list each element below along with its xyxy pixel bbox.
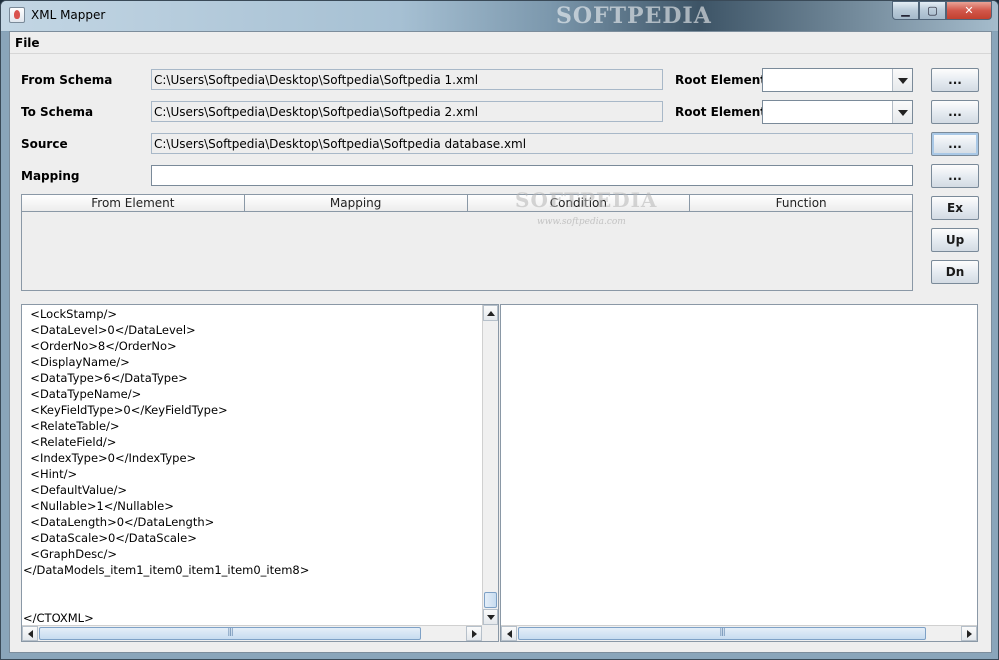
xml-line: <DataTypeName/>	[23, 387, 142, 401]
scroll-thumb[interactable]	[518, 627, 926, 640]
menu-bar: File	[10, 32, 991, 54]
scroll-left-icon[interactable]	[501, 626, 517, 641]
watermark-logo: SOFTPEDIA	[515, 188, 658, 212]
menu-file[interactable]: File	[15, 36, 40, 50]
close-icon: ✕	[964, 4, 974, 17]
scroll-down-icon[interactable]	[483, 609, 498, 625]
scroll-thumb[interactable]	[484, 592, 497, 608]
column-mapping[interactable]: Mapping	[245, 195, 468, 211]
mapping-label: Mapping	[21, 169, 80, 183]
xml-line: </CTOXML>	[23, 611, 94, 624]
mapping-path-field[interactable]	[151, 165, 913, 186]
xml-line: <IndexType>0</IndexType>	[23, 451, 197, 465]
xml-line: <LockStamp/>	[23, 307, 118, 321]
close-button[interactable]: ✕	[946, 1, 992, 20]
java-app-icon	[9, 7, 25, 23]
scroll-up-icon[interactable]	[483, 305, 498, 321]
scroll-corner	[482, 625, 498, 641]
column-from-element[interactable]: From Element	[22, 195, 245, 211]
dn-button[interactable]: Dn	[931, 260, 979, 284]
app-window: XML Mapper SOFTPEDIA ▁ ▢ ✕ File From Sch…	[0, 0, 999, 660]
up-button[interactable]: Up	[931, 228, 979, 252]
xml-line: <DefaultValue/>	[23, 483, 128, 497]
chevron-down-icon[interactable]	[892, 69, 912, 91]
ex-button[interactable]: Ex	[931, 196, 979, 220]
horizontal-scrollbar[interactable]	[22, 625, 482, 641]
xml-line	[23, 594, 483, 610]
maximize-icon: ▢	[927, 4, 938, 17]
source-xml-pane[interactable]: <LockStamp/> <DataLevel>0</DataLevel> <O…	[21, 304, 499, 642]
scroll-left-icon[interactable]	[22, 626, 38, 641]
from-schema-label: From Schema	[21, 73, 113, 87]
xml-line: <Nullable>1</Nullable>	[23, 499, 174, 513]
scroll-right-icon[interactable]	[466, 626, 482, 641]
mapping-browse-button[interactable]: ...	[931, 164, 979, 188]
from-root-element-select[interactable]	[762, 68, 913, 92]
minimize-button[interactable]: ▁	[892, 1, 919, 20]
xml-line	[23, 578, 483, 594]
column-function[interactable]: Function	[690, 195, 912, 211]
window-title: XML Mapper	[31, 8, 106, 22]
xml-line: <GraphDesc/>	[23, 547, 117, 561]
xml-line: <RelateTable/>	[23, 419, 120, 433]
maximize-button[interactable]: ▢	[919, 1, 946, 20]
mapping-table-header: From Element Mapping Condition Function	[22, 195, 912, 212]
xml-line: <DataType>6</DataType>	[23, 371, 188, 385]
mapping-table[interactable]: From Element Mapping Condition Function	[21, 194, 913, 291]
titlebar-watermark: SOFTPEDIA	[556, 3, 712, 29]
title-bar[interactable]: XML Mapper SOFTPEDIA ▁ ▢ ✕	[1, 1, 998, 31]
to-root-element-select[interactable]	[762, 100, 913, 124]
to-root-element-label: Root Element	[675, 105, 767, 119]
watermark-url: www.softpedia.com	[537, 217, 626, 227]
scroll-thumb[interactable]	[39, 627, 421, 640]
source-path-field[interactable]: C:\Users\Softpedia\Desktop\Softpedia\Sof…	[151, 133, 913, 154]
scroll-right-icon[interactable]	[961, 626, 977, 641]
source-label: Source	[21, 137, 68, 151]
xml-line: <DataLevel>0</DataLevel>	[23, 323, 196, 337]
source-xml-text[interactable]: <LockStamp/> <DataLevel>0</DataLevel> <O…	[23, 306, 483, 624]
to-schema-browse-button[interactable]: ...	[931, 100, 979, 124]
from-schema-path-field[interactable]: C:\Users\Softpedia\Desktop\Softpedia\Sof…	[151, 69, 663, 90]
xml-line: <Hint/>	[23, 467, 78, 481]
minimize-icon: ▁	[901, 4, 910, 17]
xml-line: <KeyFieldType>0</KeyFieldType>	[23, 403, 228, 417]
source-browse-button[interactable]: ...	[931, 132, 979, 156]
xml-line: <DisplayName/>	[23, 355, 130, 369]
client-area: File From Schema C:\Users\Softpedia\Desk…	[9, 31, 992, 653]
chevron-down-icon[interactable]	[892, 101, 912, 123]
to-schema-path-field[interactable]: C:\Users\Softpedia\Desktop\Softpedia\Sof…	[151, 101, 663, 122]
from-root-element-label: Root Element	[675, 73, 767, 87]
horizontal-scrollbar[interactable]	[501, 625, 977, 641]
xml-line: </DataModels_item1_item0_item1_item0_ite…	[23, 563, 310, 577]
xml-line: <DataScale>0</DataScale>	[23, 531, 197, 545]
vertical-scrollbar[interactable]	[482, 305, 498, 625]
to-schema-label: To Schema	[21, 105, 94, 119]
xml-line: <RelateField/>	[23, 435, 117, 449]
xml-line: <DataLength>0</DataLength>	[23, 515, 215, 529]
window-controls: ▁ ▢ ✕	[892, 1, 992, 21]
xml-line: <OrderNo>8</OrderNo>	[23, 339, 177, 353]
output-xml-pane[interactable]	[500, 304, 978, 642]
from-schema-browse-button[interactable]: ...	[931, 68, 979, 92]
